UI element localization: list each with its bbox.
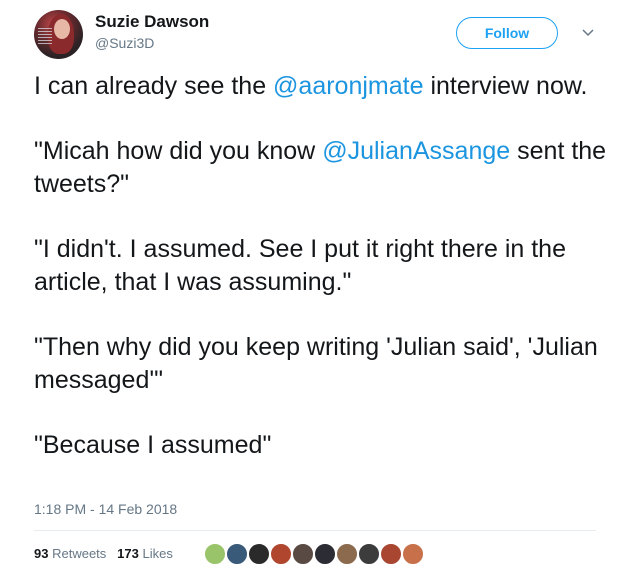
liker-avatar[interactable] bbox=[203, 542, 227, 566]
likes-label: Likes bbox=[142, 546, 173, 561]
liker-avatar[interactable] bbox=[313, 542, 337, 566]
liker-avatar[interactable] bbox=[379, 542, 403, 566]
user-name[interactable]: Suzie Dawson bbox=[95, 12, 209, 32]
tweet-paragraph-4: "Then why did you keep writing 'Julian s… bbox=[34, 333, 598, 394]
tweet-p1-text-end: interview now. bbox=[423, 72, 588, 100]
liker-avatar[interactable] bbox=[401, 542, 425, 566]
liker-avatar[interactable] bbox=[335, 542, 359, 566]
likes-count: 173 bbox=[117, 546, 139, 561]
tweet-paragraph-2: "Micah how did you know @JulianAssange s… bbox=[34, 135, 614, 201]
divider bbox=[34, 530, 596, 531]
tweet-timestamp[interactable]: 1:18 PM - 14 Feb 2018 bbox=[34, 501, 177, 517]
tweet-p2-text: "Micah how did you know bbox=[34, 137, 323, 165]
liker-avatar[interactable] bbox=[357, 542, 381, 566]
tweet-text: I can already see the @aaronjmate interv… bbox=[34, 70, 614, 494]
follow-button[interactable]: Follow bbox=[456, 17, 558, 49]
retweets-count: 93 bbox=[34, 546, 49, 561]
mention-julianassange[interactable]: @JulianAssange bbox=[322, 137, 510, 165]
engagement-stats: 93 Retweets 173 Likes bbox=[34, 546, 173, 561]
tweet-paragraph-5: "Because I assumed" bbox=[34, 431, 272, 459]
user-handle[interactable]: @Suzi3D bbox=[95, 35, 154, 51]
retweets-stat[interactable]: 93 Retweets bbox=[34, 546, 106, 561]
liker-avatar[interactable] bbox=[291, 542, 315, 566]
tweet-paragraph-3: "I didn't. I assumed. See I put it right… bbox=[34, 235, 566, 296]
tweet-paragraph-1: I can already see the @aaronjmate interv… bbox=[34, 70, 614, 103]
liker-avatar[interactable] bbox=[247, 542, 271, 566]
liker-avatar[interactable] bbox=[225, 542, 249, 566]
tweet-p1-text: I can already see the bbox=[34, 72, 274, 100]
likes-stat[interactable]: 173 Likes bbox=[117, 546, 173, 561]
avatar-text-overlay bbox=[38, 28, 52, 44]
chevron-down-icon[interactable] bbox=[580, 24, 596, 40]
retweets-label: Retweets bbox=[52, 546, 107, 561]
mention-aaronjmate[interactable]: @aaronjmate bbox=[273, 72, 423, 100]
avatar[interactable] bbox=[34, 10, 83, 59]
avatar-face bbox=[54, 19, 70, 39]
liker-avatar[interactable] bbox=[269, 542, 293, 566]
